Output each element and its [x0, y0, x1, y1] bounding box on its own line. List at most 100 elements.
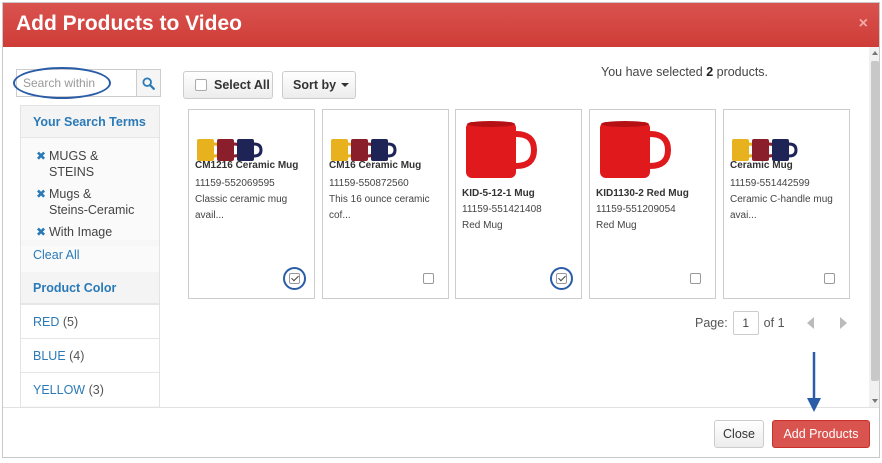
- color-filter-count: (4): [69, 349, 85, 363]
- remove-term-icon[interactable]: ✖: [36, 148, 46, 164]
- color-filter-red[interactable]: RED (5): [21, 304, 159, 338]
- search-term-label: MUGS &: [49, 149, 99, 163]
- product-checkbox[interactable]: [824, 273, 835, 284]
- three-mugs-image: [331, 139, 397, 161]
- search-input[interactable]: [16, 69, 136, 97]
- product-description: Ceramic C-handle mug avai...: [730, 194, 833, 221]
- product-sku: 11159-551442599: [730, 178, 810, 189]
- mug-body: [466, 122, 516, 178]
- color-filter-name: BLUE: [33, 349, 66, 363]
- dialog-title: Add Products to Video: [16, 12, 242, 35]
- search-box: [16, 69, 161, 97]
- close-button[interactable]: Close: [714, 420, 764, 448]
- clear-all-link[interactable]: Clear All: [21, 246, 159, 272]
- next-page-icon[interactable]: [839, 317, 847, 329]
- product-description: This 16 ounce ceramic cof...: [329, 194, 430, 221]
- red-mug-image: [466, 121, 538, 178]
- product-color-heading: Product Color: [21, 272, 159, 304]
- select-all-label: Select All: [214, 78, 270, 92]
- mug-handle: [253, 142, 263, 158]
- search-term-label-line2: Steins-Ceramic: [49, 203, 135, 217]
- page-total: of 1: [763, 316, 785, 330]
- product-sku: 11159-551209054: [596, 204, 676, 215]
- mug-handle: [788, 142, 798, 158]
- add-products-button[interactable]: Add Products: [772, 420, 870, 448]
- search-term[interactable]: ✖ MUGS & STEINS: [36, 148, 159, 180]
- product-card[interactable]: Ceramic Mug 11159-551442599 Ceramic C-ha…: [723, 109, 850, 299]
- scroll-thumb[interactable]: [871, 61, 879, 381]
- color-filter-blue[interactable]: BLUE (4): [21, 338, 159, 372]
- product-name: KID-5-12-1 Mug: [462, 188, 535, 199]
- three-mugs-image: [197, 139, 263, 161]
- product-card[interactable]: CM16 Ceramic Mug 11159-550872560 This 16…: [322, 109, 449, 299]
- scroll-down-icon[interactable]: [872, 399, 878, 403]
- pagination: Page: of 1: [695, 309, 847, 337]
- prev-page-icon[interactable]: [806, 317, 814, 329]
- selection-suffix: products.: [713, 65, 769, 79]
- select-all-button[interactable]: Select All: [183, 71, 273, 99]
- search-term[interactable]: ✖ With Image: [36, 224, 159, 240]
- filter-sidebar: Your Search Terms ✖ MUGS & STEINS ✖ Mugs…: [20, 105, 160, 407]
- sort-by-dropdown[interactable]: Sort by: [282, 71, 356, 99]
- product-checkbox[interactable]: [556, 273, 567, 284]
- mug-body: [600, 122, 650, 178]
- product-name: CM16 Ceramic Mug: [329, 160, 422, 171]
- product-description: Red Mug: [462, 220, 503, 231]
- mug-handle: [515, 131, 538, 169]
- product-card[interactable]: KID1130-2 Red Mug 11159-551209054 Red Mu…: [589, 109, 716, 299]
- dialog-footer: Close Add Products: [3, 407, 879, 457]
- search-icon: [142, 76, 155, 90]
- mug-body: [351, 139, 368, 161]
- search-term-label-line2: STEINS: [49, 165, 95, 179]
- product-name: CM1216 Ceramic Mug: [195, 160, 299, 171]
- search-button[interactable]: [136, 69, 161, 97]
- mug-handle: [387, 142, 397, 158]
- color-filter-yellow[interactable]: YELLOW (3): [21, 372, 159, 406]
- mug-rim: [467, 121, 515, 127]
- search-term-label: With Image: [49, 225, 113, 239]
- mug-body: [752, 139, 769, 161]
- product-checkbox[interactable]: [690, 273, 701, 284]
- remove-term-icon[interactable]: ✖: [36, 224, 46, 240]
- dialog-body: Your Search Terms ✖ MUGS & STEINS ✖ Mugs…: [3, 47, 879, 407]
- product-sku: 11159-550872560: [329, 178, 409, 189]
- dialog-header: Add Products to Video ×: [3, 3, 879, 47]
- product-checkbox[interactable]: [423, 273, 434, 284]
- product-card[interactable]: KID-5-12-1 Mug 11159-551421408 Red Mug: [455, 109, 582, 299]
- sort-by-label: Sort by: [293, 78, 337, 92]
- mug-body: [331, 139, 348, 161]
- search-terms-list: ✖ MUGS & STEINS ✖ Mugs & Steins-Ceramic …: [21, 138, 159, 240]
- product-name: KID1130-2 Red Mug: [596, 188, 689, 199]
- close-icon[interactable]: ×: [859, 15, 868, 33]
- color-filter-name: YELLOW: [33, 383, 86, 397]
- page-label: Page:: [695, 316, 728, 330]
- mug-body: [217, 139, 234, 161]
- product-sku: 11159-552069595: [195, 178, 275, 189]
- color-filter-name: RED: [33, 315, 60, 329]
- add-products-dialog: Add Products to Video × Your Search Term…: [2, 2, 880, 458]
- mug-body: [197, 139, 214, 161]
- search-terms-heading: Your Search Terms: [21, 106, 159, 138]
- caret-down-icon: [341, 83, 350, 87]
- mug-handle: [649, 131, 672, 169]
- mug-body: [732, 139, 749, 161]
- product-description: Red Mug: [596, 220, 637, 231]
- red-mug-image: [600, 121, 672, 178]
- product-checkbox[interactable]: [289, 273, 300, 284]
- select-all-checkbox[interactable]: [195, 79, 207, 91]
- mug-body: [772, 139, 789, 161]
- search-term-label: Mugs &: [49, 187, 92, 201]
- color-filter-count: (5): [62, 315, 79, 329]
- vertical-scrollbar[interactable]: [869, 47, 879, 407]
- search-term[interactable]: ✖ Mugs & Steins-Ceramic: [36, 186, 159, 218]
- product-name: Ceramic Mug: [730, 160, 793, 171]
- page-number-input[interactable]: [732, 311, 759, 335]
- selection-prefix: You have selected: [601, 65, 707, 79]
- scroll-up-icon[interactable]: [872, 51, 878, 55]
- product-card[interactable]: CM1216 Ceramic Mug 11159-552069595 Class…: [188, 109, 315, 299]
- product-sku: 11159-551421408: [462, 204, 542, 215]
- mug-rim: [601, 121, 649, 127]
- mug-body: [371, 139, 388, 161]
- remove-term-icon[interactable]: ✖: [36, 186, 46, 202]
- selection-count-message: You have selected 2 products.: [601, 65, 768, 79]
